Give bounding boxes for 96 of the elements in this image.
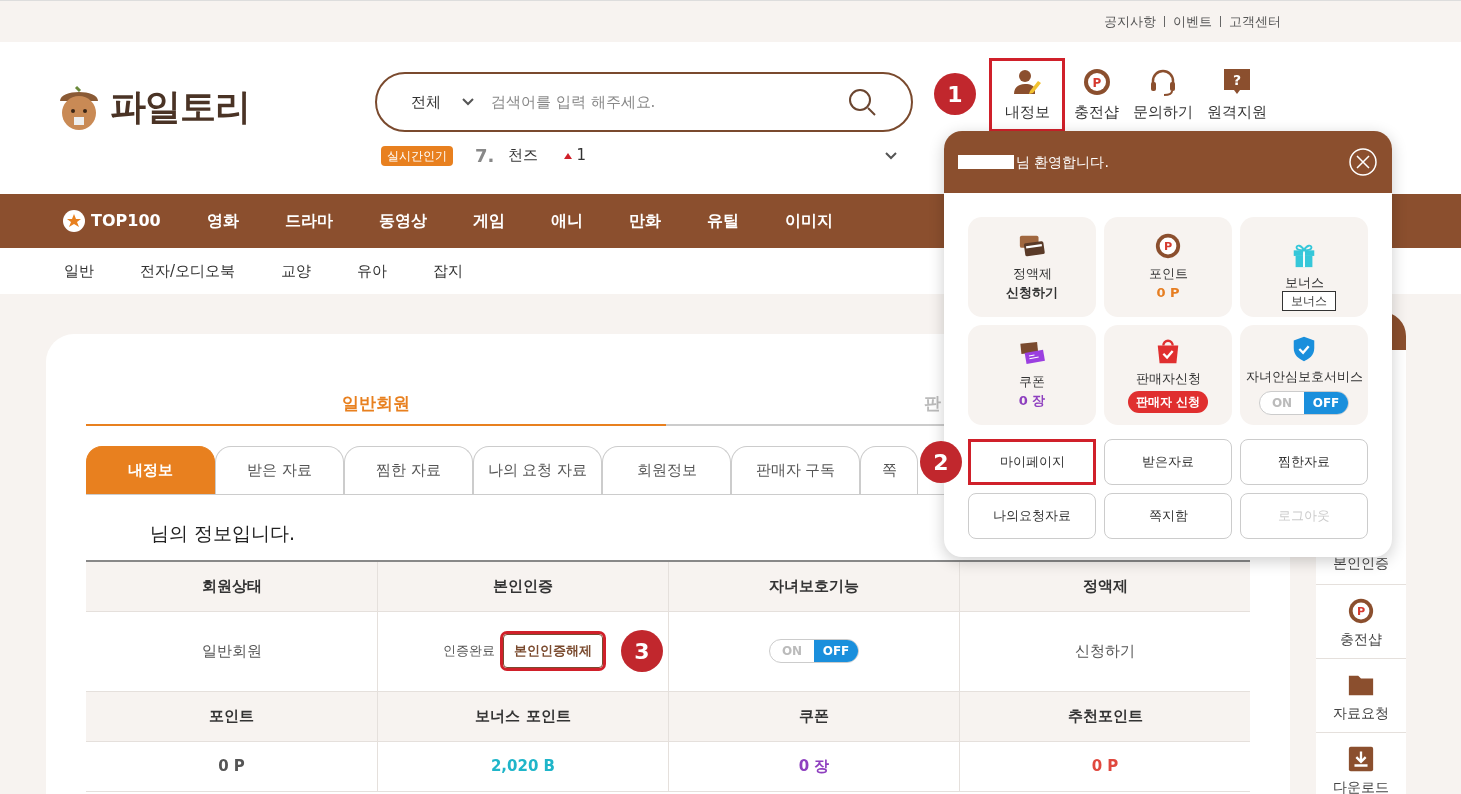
close-icon[interactable] bbox=[1348, 147, 1378, 177]
amount-value: 0 P bbox=[218, 755, 245, 777]
tile-value: 0 P bbox=[1156, 284, 1180, 302]
menu-button[interactable]: 나의요청자료 bbox=[968, 493, 1096, 539]
rank-up-icon bbox=[564, 152, 573, 159]
nav-item[interactable]: 이미지 bbox=[784, 209, 833, 233]
on-label: ON bbox=[1270, 394, 1294, 412]
quick-menu-item[interactable]: 다운로드 bbox=[1316, 732, 1406, 794]
search-bar[interactable]: 전체 검색어를 입력 해주세요. bbox=[375, 72, 913, 132]
subnav-item[interactable]: 일반 bbox=[64, 259, 94, 283]
menu-button[interactable]: 받은자료 bbox=[1104, 439, 1232, 485]
search-input[interactable]: 검색어를 입력 해주세요. bbox=[491, 90, 847, 114]
trending-rank: 7. bbox=[475, 144, 495, 168]
column-header: 회원상태 bbox=[201, 575, 262, 597]
tooltip: 보너스 bbox=[1282, 291, 1336, 311]
on-label: ON bbox=[780, 643, 804, 660]
subnav-item[interactable]: 유아 bbox=[357, 259, 388, 283]
summary-tile[interactable]: 보너스 보너스 bbox=[1240, 217, 1368, 317]
page-tab[interactable]: 쪽 bbox=[860, 446, 918, 494]
off-label: OFF bbox=[1304, 391, 1348, 414]
tile-label: 자녀안심보호서비스 bbox=[1245, 368, 1363, 387]
table-cell-text: 일반회원 bbox=[201, 640, 262, 662]
tile-value: 신청하기 bbox=[1006, 284, 1058, 302]
search-icon[interactable] bbox=[847, 87, 877, 117]
nav-item[interactable]: TOP100 bbox=[63, 209, 161, 233]
column-header: 보너스 포인트 bbox=[475, 705, 571, 727]
chevron-down-icon[interactable] bbox=[883, 150, 898, 161]
step-number-badge: 2 bbox=[920, 441, 962, 483]
tile-label: 정액제 bbox=[1012, 264, 1052, 283]
tile-label: 보너스 bbox=[1284, 274, 1324, 293]
logo-text: 파일토리 bbox=[110, 85, 251, 129]
point-coin-icon: P bbox=[1347, 597, 1375, 625]
summary-tile[interactable]: 쿠폰 0 장 bbox=[968, 325, 1096, 425]
page-tab[interactable]: 회원정보 bbox=[602, 446, 731, 494]
amount-value: 0 장 bbox=[798, 755, 830, 777]
page-tab[interactable]: 받은 자료 bbox=[215, 446, 344, 494]
page-tab[interactable]: 나의 요청 자료 bbox=[473, 446, 602, 494]
on-off-toggle[interactable]: ON OFF bbox=[769, 639, 859, 663]
redaction-block bbox=[958, 155, 1014, 169]
column-header: 포인트 bbox=[209, 705, 254, 727]
top-link[interactable]: 고객센터 bbox=[1229, 11, 1281, 32]
menu-button[interactable]: 마이페이지 bbox=[968, 439, 1096, 485]
summary-tile[interactable]: P 포인트 0 P bbox=[1104, 217, 1232, 317]
cancel-verification-button[interactable]: 본인인증해제 bbox=[503, 634, 603, 668]
point-coin-icon: P bbox=[1081, 66, 1112, 97]
quick-menu-item[interactable]: P 충전샵 bbox=[1316, 584, 1406, 658]
page-tab[interactable]: 찜한 자료 bbox=[344, 446, 473, 494]
nav-item[interactable]: 유틸 bbox=[706, 209, 739, 233]
menu-button[interactable]: 쪽지함 bbox=[1104, 493, 1232, 539]
header-menu-item[interactable]: ? 원격지원 bbox=[1202, 58, 1272, 132]
table-cell-text: 신청하기 bbox=[1075, 640, 1135, 662]
welcome-text: 님 환영합니다. bbox=[1016, 152, 1109, 172]
header-menu-item[interactable]: P 충전샵 bbox=[1069, 58, 1124, 132]
step-number-badge: 3 bbox=[621, 630, 663, 672]
off-label: OFF bbox=[814, 640, 858, 662]
rank-change: 1 bbox=[576, 145, 586, 167]
page-tab[interactable]: 판매자 구독 bbox=[731, 446, 860, 494]
chevron-down-icon bbox=[461, 97, 475, 107]
nav-item[interactable]: 드라마 bbox=[284, 209, 333, 233]
column-header: 자녀보호기능 bbox=[769, 575, 859, 597]
trending-badge: 실시간인기 bbox=[381, 145, 453, 166]
subnav-item[interactable]: 잡지 bbox=[433, 259, 464, 283]
amount-value: 0 P bbox=[1091, 755, 1119, 777]
header-menu-item[interactable]: 문의하기 bbox=[1128, 58, 1198, 132]
nav-item[interactable]: 게임 bbox=[472, 209, 505, 233]
tile-label: 포인트 bbox=[1148, 264, 1188, 283]
summary-tile[interactable]: 자녀안심보호서비스 ON OFF bbox=[1240, 325, 1368, 425]
column-header: 쿠폰 bbox=[799, 705, 829, 727]
tile-label: 판매자신청 bbox=[1135, 370, 1201, 389]
nav-item[interactable]: 영화 bbox=[206, 209, 239, 233]
info-greeting: 님의 정보입니다. bbox=[150, 521, 297, 546]
tile-label: 쿠폰 bbox=[1019, 372, 1045, 391]
seller-apply-button[interactable]: 판매자 신청 bbox=[1127, 390, 1209, 413]
subnav-item[interactable]: 전자/오디오북 bbox=[140, 259, 236, 283]
subnav-item[interactable]: 교양 bbox=[281, 259, 312, 283]
top-link[interactable]: 이벤트 bbox=[1173, 11, 1212, 32]
summary-tile[interactable]: 정액제 신청하기 bbox=[968, 217, 1096, 317]
on-off-toggle[interactable]: ON OFF bbox=[1259, 390, 1349, 415]
download-icon bbox=[1347, 745, 1375, 773]
nav-item[interactable]: 동영상 bbox=[378, 209, 427, 233]
verified-status: 인증완료 bbox=[443, 642, 495, 661]
top-link[interactable]: 공지사항 bbox=[1104, 11, 1156, 32]
quick-menu-item[interactable]: 자료요청 bbox=[1316, 658, 1406, 732]
point-coin-icon: P bbox=[1154, 231, 1182, 260]
column-header: 추천포인트 bbox=[1067, 705, 1143, 727]
summary-tile[interactable]: 판매자신청 판매자 신청 bbox=[1104, 325, 1232, 425]
tile-value: 0 장 bbox=[1018, 392, 1046, 410]
trending-keyword[interactable]: 천즈 bbox=[508, 144, 539, 167]
nav-item[interactable]: 애니 bbox=[550, 209, 583, 233]
amount-value: 2,020 B bbox=[490, 755, 556, 777]
nav-item[interactable]: 만화 bbox=[628, 209, 661, 233]
step-number-badge: 1 bbox=[934, 73, 976, 115]
category-select[interactable]: 전체 bbox=[411, 90, 461, 114]
column-header: 정액제 bbox=[1082, 575, 1128, 597]
menu-button[interactable]: 찜한자료 bbox=[1240, 439, 1368, 485]
column-header: 본인인증 bbox=[493, 575, 553, 597]
